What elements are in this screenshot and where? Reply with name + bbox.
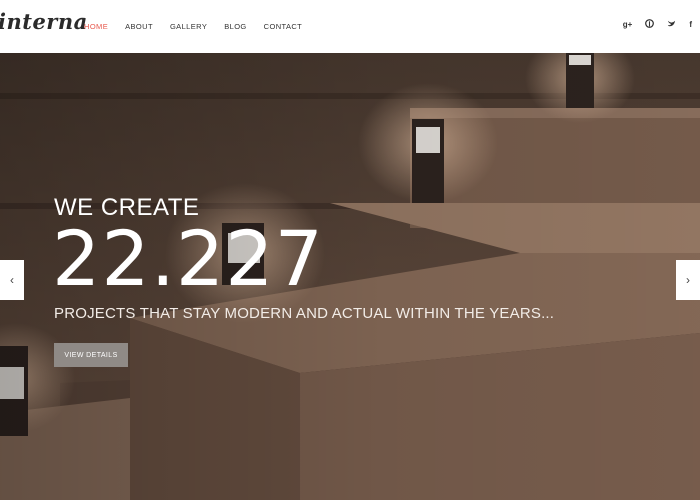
social-links: g+ f: [610, 19, 692, 32]
chevron-left-icon: ‹: [10, 273, 14, 287]
hero-number: 22.227: [52, 214, 324, 303]
hero-slider: WE CREATE 22.227 PROJECTS THAT STAY MODE…: [0, 53, 700, 500]
slider-next-button[interactable]: ›: [676, 260, 700, 300]
chevron-right-icon: ›: [686, 273, 690, 287]
logo[interactable]: interna: [0, 9, 88, 34]
slider-prev-button[interactable]: ‹: [0, 260, 24, 300]
main-nav: HOME ABOUT GALLERY BLOG CONTACT: [84, 22, 319, 31]
view-details-button[interactable]: VIEW DETAILS: [54, 343, 128, 367]
google-plus-icon[interactable]: g+: [623, 19, 633, 32]
nav-home[interactable]: HOME: [84, 22, 108, 31]
nav-blog[interactable]: BLOG: [224, 22, 246, 31]
nav-about[interactable]: ABOUT: [125, 22, 153, 31]
nav-contact[interactable]: CONTACT: [264, 22, 303, 31]
site-header: interna HOME ABOUT GALLERY BLOG CONTACT …: [0, 0, 700, 53]
pinterest-icon[interactable]: [645, 19, 655, 32]
hero-description: PROJECTS THAT STAY MODERN AND ACTUAL WIT…: [54, 305, 555, 322]
nav-gallery[interactable]: GALLERY: [170, 22, 207, 31]
twitter-icon[interactable]: [667, 19, 676, 32]
facebook-icon[interactable]: f: [689, 19, 692, 32]
